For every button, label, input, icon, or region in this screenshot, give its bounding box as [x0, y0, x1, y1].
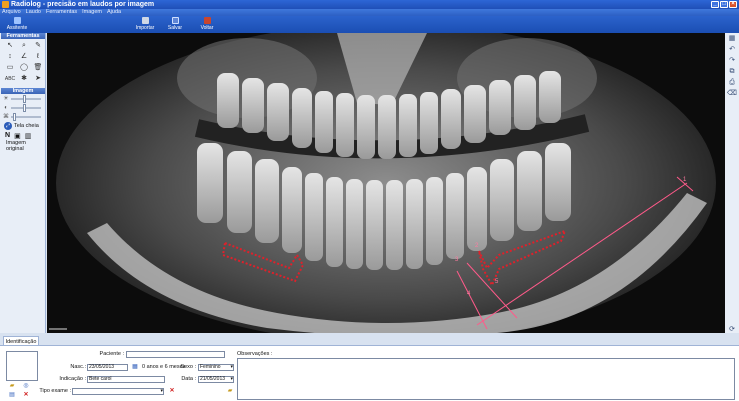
back-button[interactable]: Voltar — [192, 17, 222, 32]
app-logo-icon — [2, 1, 9, 8]
redo-icon[interactable]: ↷ — [727, 56, 737, 66]
pen-icon[interactable]: ✎ — [32, 41, 44, 51]
brightness-icon: ☀ — [3, 96, 9, 102]
maximize-button[interactable]: □ — [720, 1, 728, 8]
trash-icon[interactable]: 🗑 — [32, 63, 44, 73]
identification-form: ▰ ◎ ▤ ✕ Paciente : Nasc.: 23/05/2013 ▦ 0… — [0, 345, 739, 401]
menu-imagem[interactable]: Imagem — [82, 9, 102, 16]
text-icon[interactable]: ABC — [4, 74, 16, 84]
patient-photo[interactable] — [6, 351, 38, 381]
assistant-button[interactable]: Assitente — [2, 17, 32, 32]
negative-label[interactable]: N — [5, 132, 10, 139]
copy-icon[interactable]: ⧉ — [727, 67, 737, 77]
minimize-button[interactable]: _ — [711, 1, 719, 8]
pointer-icon[interactable]: ↖ — [4, 41, 16, 51]
folder-icon[interactable]: ▰ — [8, 383, 16, 390]
observations-label: Observações : — [237, 351, 273, 357]
tools-panel: Ferramentas ↖ ⌕ ✎ ↕ ∠ ℓ ▭ ◯ 🗑 ABC ✱ ➤ Im… — [0, 33, 46, 333]
eraser-icon[interactable]: ⌫ — [727, 89, 737, 99]
gamma-row: ⌘ — [0, 112, 45, 121]
fullscreen-link[interactable]: ⤢ Tela cheia — [0, 121, 45, 130]
exam-type-select[interactable]: ▾ — [72, 388, 164, 395]
calendar-icon[interactable]: ▦ — [131, 364, 139, 371]
star-icon[interactable]: ✱ — [18, 74, 30, 84]
scanner-icon — [141, 17, 149, 24]
clear-exam-icon[interactable]: ✕ — [168, 388, 176, 395]
indication-field[interactable]: Bete carol — [87, 376, 165, 383]
panoramic-xray: 1 2 3 4 5 — [47, 33, 725, 333]
title-bar: Radiolog - precisão em laudos por imagem… — [0, 0, 739, 9]
filmstrip-icon[interactable]: ▥ — [25, 132, 32, 140]
chevron-down-icon: ▾ — [160, 388, 163, 394]
save-button[interactable]: Salvar — [160, 17, 190, 32]
menu-bar: Arquivo Laudo Ferramentas Imagem Ajuda — [0, 9, 739, 16]
original-image-link[interactable]: Imagem original — [0, 140, 45, 152]
patient-field[interactable] — [126, 351, 225, 358]
ellipse-icon[interactable]: ◯ — [18, 63, 30, 73]
close-button[interactable]: × — [729, 1, 737, 8]
save-photo-icon[interactable]: ▤ — [8, 392, 16, 399]
floppy-icon — [171, 17, 179, 24]
chevron-down-icon: ▾ — [230, 364, 233, 370]
indication-label: Indicação : — [59, 376, 86, 382]
cursor-icon[interactable]: ➤ — [32, 74, 44, 84]
right-toolbar: ▦ ↶ ↷ ⧉ ⎙ ⌫ ⟳ ▾ — [725, 33, 739, 344]
freehand-icon[interactable]: ℓ — [32, 52, 44, 62]
image-icon[interactable]: ▣ — [14, 132, 21, 140]
menu-laudo[interactable]: Laudo — [26, 9, 41, 16]
patient-label: Paciente : — [99, 351, 124, 357]
brightness-row: ☀ — [0, 94, 45, 103]
sex-select[interactable]: Feminino ▾ — [198, 364, 234, 371]
exam-type-label: Tipo exame : — [39, 388, 71, 394]
gamma-icon: ⌘ — [3, 114, 9, 120]
window-title: Radiolog - precisão em laudos por imagem — [11, 1, 155, 8]
wand-icon — [13, 17, 21, 24]
patient-panel: Identificação ▰ ◎ ▤ ✕ Paciente : Nasc.: … — [0, 333, 739, 401]
sex-label: Sexo : — [180, 364, 196, 370]
rectangle-icon[interactable]: ▭ — [4, 63, 16, 73]
main-toolbar: Assitente Importar Salvar Voltar — [0, 16, 739, 33]
undo-icon[interactable]: ↶ — [727, 45, 737, 55]
tools-header: Ferramentas — [1, 33, 45, 39]
date-field[interactable]: 21/05/2013 ▾ — [198, 376, 234, 383]
observations-field[interactable] — [237, 358, 735, 400]
print-icon[interactable]: ⎙ — [727, 78, 737, 88]
chevron-down-icon: ▾ — [230, 376, 233, 382]
fullscreen-icon: ⤢ — [4, 121, 12, 130]
xray-viewer[interactable]: 1 2 3 4 5 — [47, 33, 725, 333]
angle-icon[interactable]: ∠ — [18, 52, 30, 62]
birth-label: Nasc.: — [70, 364, 86, 370]
notes-icon[interactable]: ▰ — [226, 388, 234, 395]
observations-area: Observações : — [237, 351, 737, 401]
exit-door-icon — [203, 17, 211, 24]
birth-field[interactable]: 23/05/2013 — [87, 364, 128, 371]
contrast-slider[interactable] — [11, 103, 41, 112]
import-button[interactable]: Importar — [130, 17, 160, 32]
gamma-slider[interactable] — [11, 112, 41, 121]
menu-arquivo[interactable]: Arquivo — [2, 9, 21, 16]
date-label: Data : — [181, 376, 196, 382]
ruler-icon[interactable]: ↕ — [4, 52, 16, 62]
brightness-slider[interactable] — [11, 94, 41, 103]
contrast-icon: ◐ — [4, 104, 8, 111]
menu-ajuda[interactable]: Ajuda — [107, 9, 121, 16]
menu-ferramentas[interactable]: Ferramentas — [46, 9, 77, 16]
contrast-row: ◐ — [0, 103, 45, 112]
zoom-icon[interactable]: ⌕ — [18, 41, 30, 51]
grid-icon[interactable]: ▦ — [727, 34, 737, 44]
